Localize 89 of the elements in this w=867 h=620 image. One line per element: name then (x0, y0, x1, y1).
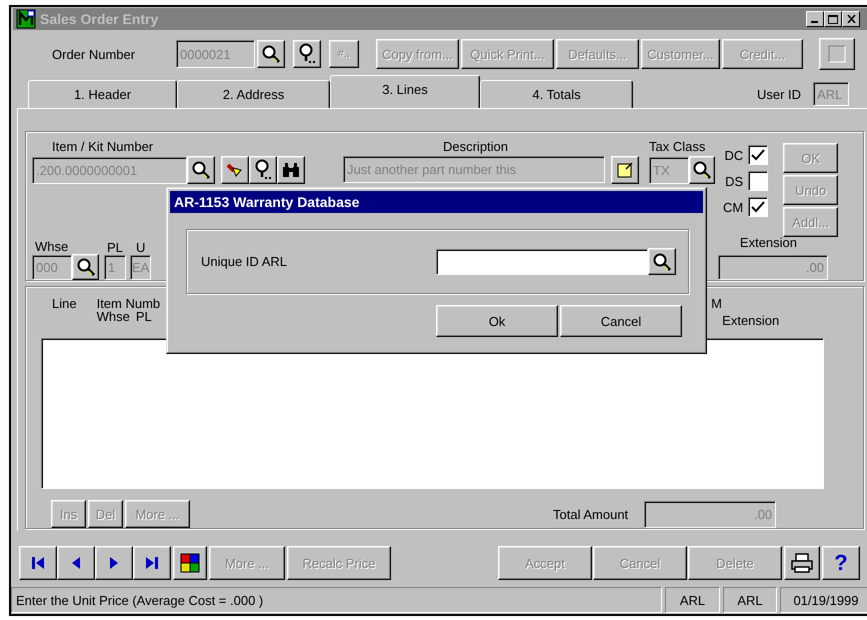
column-header: Line (52, 296, 77, 311)
tax-class-label: Tax Class (649, 139, 706, 154)
checkbox[interactable] (748, 197, 768, 217)
search-icon (76, 257, 96, 277)
pl-label: PL (107, 240, 124, 255)
check-icon (751, 201, 766, 213)
lookup-button[interactable] (293, 40, 321, 68)
square-icon (828, 45, 846, 63)
first-button[interactable] (19, 546, 57, 580)
u-label: U (136, 240, 146, 255)
printer-icon (791, 553, 813, 573)
unique-id-field[interactable] (436, 248, 648, 274)
close-icon (846, 15, 856, 23)
flag-label: DC (724, 148, 744, 162)
first-icon (31, 556, 45, 570)
window-title: Sales Order Entry (40, 11, 158, 27)
status-cell: ARL (723, 587, 777, 613)
whse-label: Whse (35, 239, 70, 254)
search-button[interactable] (187, 156, 215, 184)
lookup-icon (253, 159, 273, 181)
search-icon (652, 252, 672, 272)
help-button[interactable]: ? (822, 546, 860, 580)
search-button[interactable] (257, 40, 285, 68)
column-header: Item Numb (96, 296, 160, 311)
lookup-button[interactable] (249, 156, 277, 184)
print-button[interactable] (784, 546, 820, 580)
close-button[interactable] (842, 11, 860, 27)
checkbox[interactable] (748, 171, 768, 191)
tab[interactable]: 4. Totals (480, 80, 633, 108)
dialog-button[interactable]: Cancel (560, 305, 682, 337)
total-amount-label: Total Amount (553, 506, 628, 522)
last-icon (145, 556, 159, 570)
column-header: M (711, 296, 723, 311)
tab[interactable]: 1. Header (28, 80, 177, 108)
previous-button[interactable] (57, 546, 95, 580)
whse-field[interactable]: 000 (32, 254, 72, 280)
column-header: PL (136, 309, 152, 324)
binoculars-icon (281, 161, 301, 179)
search-icon (191, 160, 211, 180)
status-cell: 01/19/1999 (780, 587, 867, 613)
tab[interactable]: 3. Lines (330, 75, 480, 108)
user-id-field[interactable]: ARL (813, 82, 850, 106)
maximize-icon (828, 14, 838, 24)
tax-class-field[interactable]: TX (649, 156, 689, 184)
column-header: Whse (96, 309, 130, 324)
check-icon (751, 149, 766, 161)
status-cell: ARL (665, 587, 720, 613)
status-message: Enter the Unit Price (Average Cost = .000 ) (11, 587, 662, 613)
lookup-icon (297, 43, 317, 65)
extension-label: Extension (740, 235, 797, 250)
minimize-button[interactable] (806, 11, 824, 27)
order-number-label: Order Number (52, 46, 136, 62)
previous-icon (71, 556, 81, 570)
u-field[interactable]: EA (130, 255, 151, 280)
column-header: Extension (722, 313, 780, 328)
puzzle-icon (180, 553, 200, 573)
maximize-button[interactable] (824, 11, 842, 27)
pl-field[interactable]: 1 (104, 255, 126, 280)
binoculars-button[interactable] (277, 156, 305, 184)
checkbox[interactable] (748, 145, 768, 165)
dialog-title: AR-1153 Warranty Database (170, 191, 703, 213)
flag-label: CM (723, 200, 744, 214)
dialog-button[interactable]: Ok (436, 305, 558, 337)
search-icon (261, 44, 281, 64)
total-amount-field[interactable]: .00 (644, 500, 776, 528)
description-label: Description (442, 139, 508, 154)
search-button[interactable] (689, 156, 715, 184)
description-field[interactable]: Just another part number this (343, 156, 605, 183)
last-button[interactable] (133, 546, 171, 580)
flashlight-button[interactable] (221, 156, 249, 184)
next-icon (109, 556, 119, 570)
square-button[interactable] (819, 38, 855, 70)
search-button[interactable] (648, 248, 676, 275)
note-button[interactable] (611, 156, 639, 184)
number-button[interactable]: #.. (329, 40, 359, 68)
next-button[interactable] (95, 546, 133, 580)
search-button[interactable] (72, 254, 99, 280)
order-number-field[interactable]: 0000021 (176, 40, 255, 68)
item-number-label: Item / Kit Number (52, 139, 154, 154)
note-icon (616, 161, 634, 179)
extension-field[interactable]: .00 (718, 255, 828, 280)
app-icon (16, 9, 36, 29)
flag-label: DS (725, 174, 744, 188)
tab[interactable]: 2. Address (177, 80, 330, 108)
unique-id-label: Unique ID ARL (201, 254, 288, 269)
puzzle-button[interactable] (173, 546, 207, 580)
user-id-label: User ID (757, 86, 802, 102)
item-number-field[interactable]: .200.0000000001 (32, 156, 187, 184)
search-icon (692, 160, 712, 180)
